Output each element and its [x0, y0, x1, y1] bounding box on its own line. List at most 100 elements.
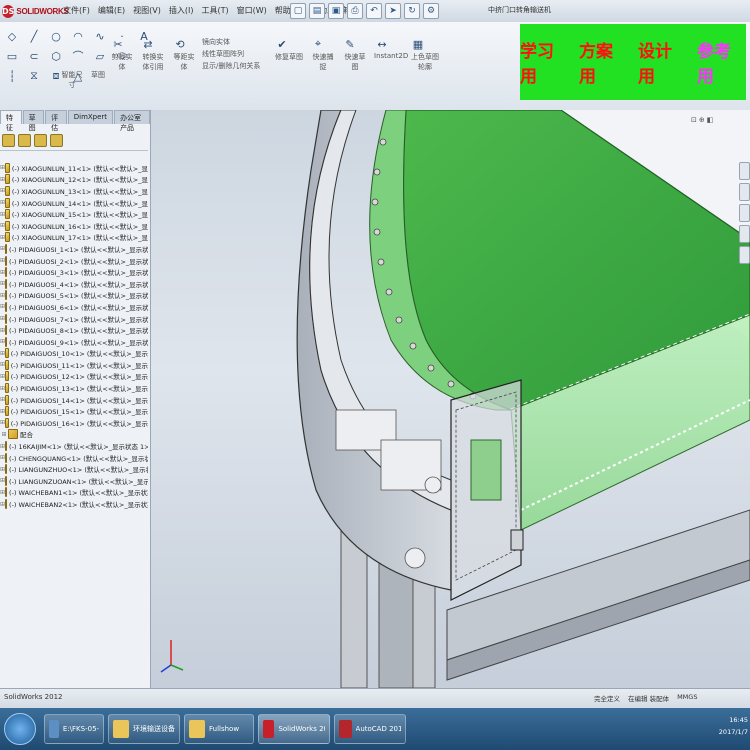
tree-item[interactable]: ⊞ (-) XIAOGUNLUN_11<1> (默认<<默认>_显	[0, 162, 148, 174]
menu-file[interactable]: 文件(F)	[62, 5, 91, 16]
tree-item[interactable]: ⊞ (-) XIAOGUNLUN_14<1> (默认<<默认>_显	[0, 197, 148, 209]
tree-item[interactable]: ⊞ (-) PIDAIGUOSI_5<1> (默认<<默认>_显示状	[0, 290, 148, 302]
tree-item[interactable]: ⊞ (-) PIDAIGUOSI_15<1> (默认<<默认>_显示	[0, 405, 148, 417]
menu-window[interactable]: 窗口(W)	[236, 5, 268, 16]
undo-icon[interactable]: ↶	[366, 3, 382, 19]
convert-entities-button[interactable]: ⇄ 转换实体引用	[140, 36, 166, 72]
trim-entities-button[interactable]: ✂ 剪裁实体	[110, 36, 134, 72]
expand-icon[interactable]: ⊞	[0, 431, 8, 438]
feature-manager-icon[interactable]	[2, 134, 15, 147]
dimxpert-manager-icon[interactable]	[50, 134, 63, 147]
tree-item[interactable]: ⊞ (-) 16KAIJIM<1> (默认<<默认>_显示状态 1>)	[0, 440, 148, 452]
solidworks-logo[interactable]: DS SOLIDWORKS	[2, 3, 69, 19]
menu-view[interactable]: 视图(V)	[132, 5, 162, 16]
tree-item[interactable]: ⊞ (-) XIAOGUNLUN_13<1> (默认<<默认>_显	[0, 185, 148, 197]
tab-office[interactable]: 办公室产品	[114, 110, 150, 132]
tree-item[interactable]: ⊞ (-) PIDAIGUOSI_14<1> (默认<<默认>_显示	[0, 394, 148, 406]
task-pane-view-palette-icon[interactable]	[739, 225, 750, 243]
graphics-area[interactable]: ⊡ ⊕ ◧	[151, 110, 750, 688]
centerline-icon[interactable]: ┆	[4, 68, 20, 84]
circle-icon[interactable]: ○	[48, 28, 64, 44]
rebuild-icon[interactable]: ↻	[404, 3, 420, 19]
system-clock[interactable]: 16:45 2017/1/7	[700, 714, 748, 744]
quick-snap-button[interactable]: ⌖ 快速捕捉	[310, 36, 336, 72]
task-pane-resources-icon[interactable]	[739, 162, 750, 180]
property-manager-icon[interactable]	[18, 134, 31, 147]
tree-item[interactable]: ⊞ (-) XIAOGUNLUN_12<1> (默认<<默认>_显	[0, 174, 148, 186]
tree-item[interactable]: ⊞ (-) PIDAIGUOSI_10<1> (默认<<默认>_显示	[0, 348, 148, 360]
task-pane-library-icon[interactable]	[739, 183, 750, 201]
tab-sketch[interactable]: 草图	[22, 110, 45, 132]
shaded-contours-button[interactable]: ▦ 上色草图轮廓	[410, 36, 440, 72]
linear-pattern-item[interactable]: 线性草图阵列	[202, 48, 268, 60]
taskbar-item-solidworks[interactable]: SolidWorks 2012...	[258, 714, 330, 744]
snap-icon: ⌖	[314, 37, 322, 50]
print-icon[interactable]: ⎙	[347, 3, 363, 19]
tree-item-label: (-) PIDAIGUOSI_14<1> (默认<<默认>_显示	[10, 396, 148, 405]
tab-features[interactable]: 特征	[0, 110, 22, 132]
zoom-fit-icon[interactable]: ⊡	[691, 116, 697, 124]
task-pane-appearance-icon[interactable]	[739, 246, 750, 264]
taskbar-item-folder[interactable]: 环境输送设备	[108, 714, 180, 744]
tab-dimxpert[interactable]: DimXpert	[67, 110, 114, 124]
tree-folder-mates[interactable]: ⊞ 配合	[0, 429, 148, 441]
open-icon[interactable]: ▤	[309, 3, 325, 19]
rapid-sketch-button[interactable]: ✎ 快速草图	[342, 36, 368, 72]
tree-item[interactable]: ⊞ (-) PIDAIGUOSI_12<1> (默认<<默认>_显示	[0, 371, 148, 383]
tree-item[interactable]: ⊞ (-) PIDAIGUOSI_16<1> (默认<<默认>_显示	[0, 417, 148, 429]
zoom-area-icon[interactable]: ⊕	[699, 116, 705, 124]
ds-logo-icon: DS	[2, 4, 15, 18]
mirror-entities-item[interactable]: 镜向实体	[202, 36, 268, 48]
repair-sketch-button[interactable]: ✔ 修复草图	[274, 36, 304, 72]
configuration-manager-icon[interactable]	[34, 134, 47, 147]
instant2d-button[interactable]: ↔ Instant2D	[374, 36, 408, 72]
tree-item[interactable]: ⊞ (-) PIDAIGUOSI_7<1> (默认<<默认>_显示状	[0, 313, 148, 325]
tree-item[interactable]: ⊞ (-) XIAOGUNLUN_16<1> (默认<<默认>_显	[0, 220, 148, 232]
tree-item[interactable]: ⊞ (-) PIDAIGUOSI_6<1> (默认<<默认>_显示状	[0, 301, 148, 313]
tree-item[interactable]: ⊞ (-) WAICHEBAN1<1> (默认<<默认>_显示状态	[0, 487, 148, 499]
mirror-icon[interactable]: ⧖	[26, 68, 42, 84]
fillet-icon[interactable]: ⌒	[70, 48, 86, 64]
rectangle-icon[interactable]: ▭	[4, 48, 20, 64]
arc-icon[interactable]: ◠	[70, 28, 86, 44]
select-icon[interactable]: ➤	[385, 3, 401, 19]
status-units[interactable]: MMGS	[677, 693, 697, 703]
tree-item[interactable]: ⊞ (-) PIDAIGUOSI_2<1> (默认<<默认>_显示状	[0, 255, 148, 267]
tree-item[interactable]: ⊞ (-) PIDAIGUOSI_4<1> (默认<<默认>_显示状	[0, 278, 148, 290]
tree-item[interactable]: ⊞ (-) XIAOGUNLUN_17<1> (默认<<默认>_显	[0, 232, 148, 244]
slot-icon[interactable]: ⊂	[26, 48, 42, 64]
task-pane-explorer-icon[interactable]	[739, 204, 750, 222]
taskbar-item-explorer[interactable]: E:\FKS-05-28.g...	[44, 714, 104, 744]
smart-dimension-icon[interactable]: ◇	[4, 28, 20, 44]
menu-tools[interactable]: 工具(T)	[200, 5, 229, 16]
tree-item[interactable]: ⊞ (-) PIDAIGUOSI_8<1> (默认<<默认>_显示状	[0, 324, 148, 336]
tree-item[interactable]: ⊞ (-) PIDAIGUOSI_9<1> (默认<<默认>_显示状	[0, 336, 148, 348]
tree-item[interactable]: ⊞ (-) WAICHEBAN2<1> (默认<<默认>_显示状态	[0, 498, 148, 510]
new-icon[interactable]: ▢	[290, 3, 306, 19]
menu-edit[interactable]: 编辑(E)	[97, 5, 126, 16]
tree-item[interactable]: ⊞ (-) PIDAIGUOSI_1<1> (默认<<默认>_显示状	[0, 243, 148, 255]
start-button[interactable]	[4, 713, 36, 745]
tree-item[interactable]: ⊞ (-) LIANGUNZUOAN<1> (默认<<默认>_显示状	[0, 475, 148, 487]
tree-item[interactable]: ⊞ (-) LIANGUNZHUO<1> (默认<<默认>_显示状态	[0, 463, 148, 475]
line-icon[interactable]: ╱	[26, 28, 42, 44]
taskbar-item-fullshow[interactable]: Fullshow	[184, 714, 254, 744]
tree-item[interactable]: ⊞ (-) XIAOGUNLUN_15<1> (默认<<默认>_显	[0, 208, 148, 220]
sketch-button[interactable]: 草图	[88, 70, 108, 90]
options-icon[interactable]: ⚙	[423, 3, 439, 19]
menu-insert[interactable]: 插入(I)	[168, 5, 195, 16]
tree-item[interactable]: ⊞ (-) PIDAIGUOSI_13<1> (默认<<默认>_显示	[0, 382, 148, 394]
save-icon[interactable]: ▣	[328, 3, 344, 19]
tree-item[interactable]: ⊞ (-) PIDAIGUOSI_11<1> (默认<<默认>_显示	[0, 359, 148, 371]
section-view-icon[interactable]: ◧	[707, 116, 714, 124]
spline-icon[interactable]: ∿	[92, 28, 108, 44]
plane-icon[interactable]: ▱	[92, 48, 108, 64]
polygon-icon[interactable]: ⬡	[48, 48, 64, 64]
tab-evaluate[interactable]: 评估	[45, 110, 67, 132]
tree-item[interactable]: ⊞ (-) CHENGQUANG<1> (默认<<默认>_显示状态	[0, 452, 148, 464]
display-relations-item[interactable]: 显示/删除几何关系	[202, 60, 268, 72]
smart-dimension-button[interactable]: 智能尺寸	[60, 70, 84, 90]
offset-entities-button[interactable]: ⟲ 等距实体	[172, 36, 196, 72]
tree-item[interactable]: ⊞ (-) PIDAIGUOSI_3<1> (默认<<默认>_显示状	[0, 266, 148, 278]
taskbar-item-autocad[interactable]: AutoCAD 2012...	[334, 714, 406, 744]
